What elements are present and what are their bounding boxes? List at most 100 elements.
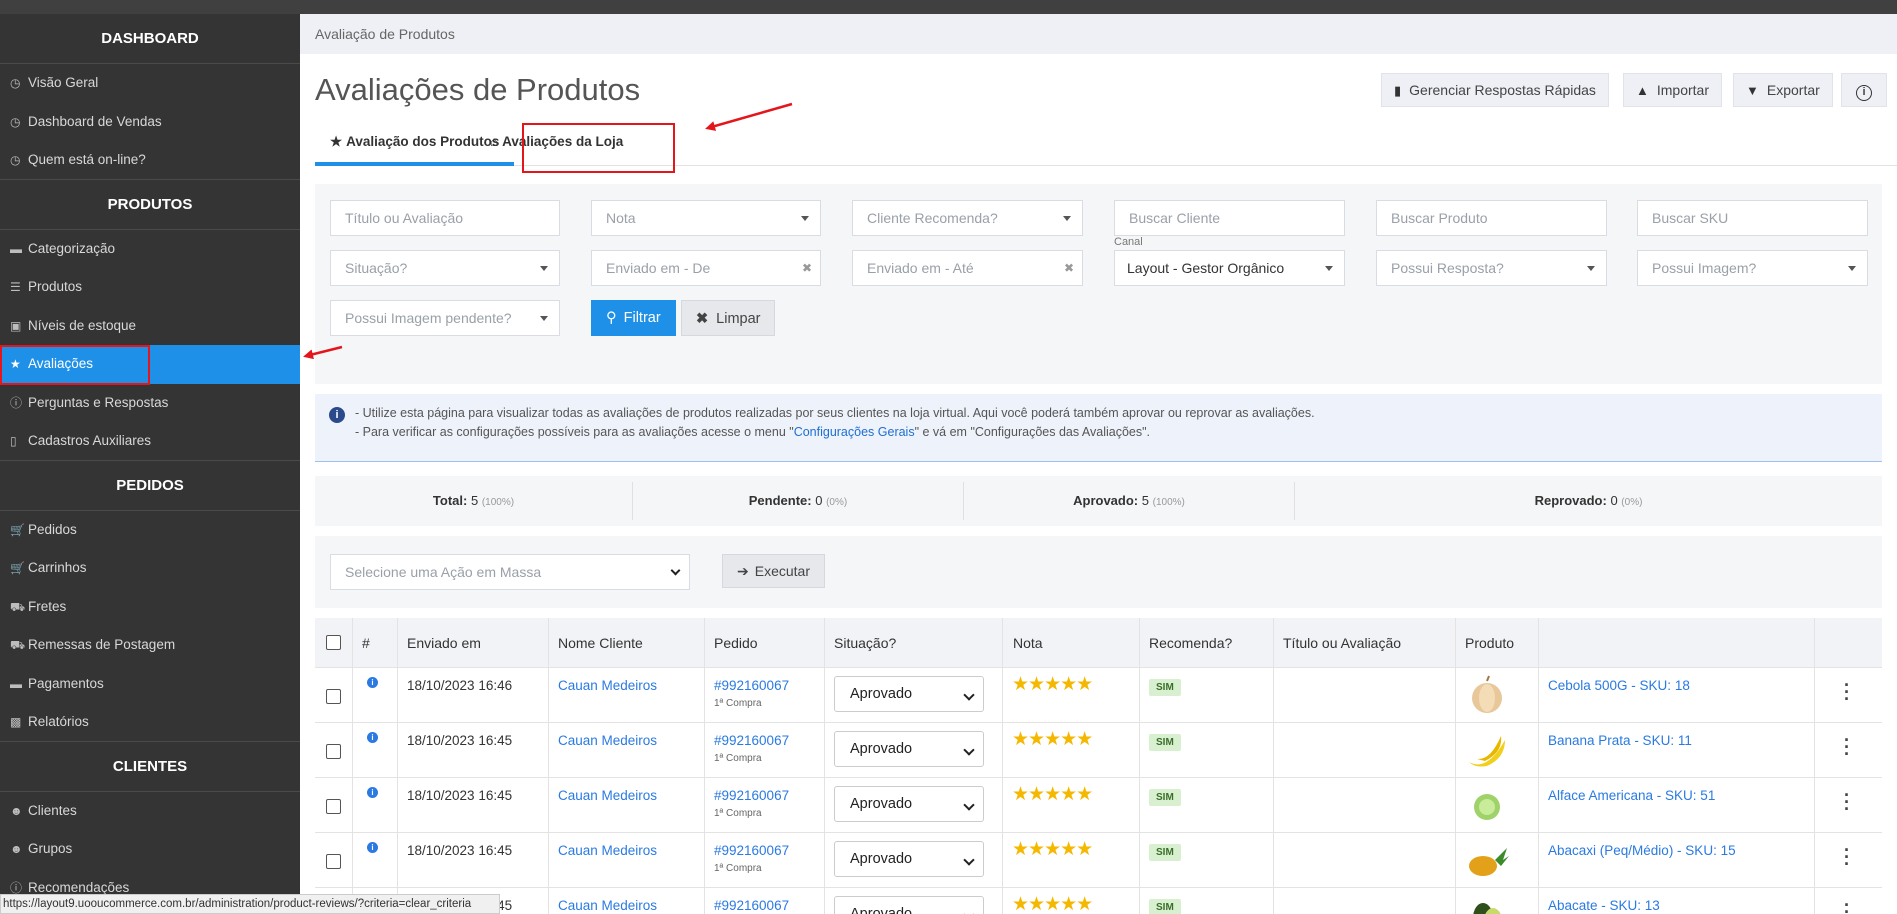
row-checkbox[interactable]	[326, 799, 341, 814]
sidebar-item-carrinhos[interactable]: 🛒 Carrinhos	[0, 549, 300, 588]
status-select[interactable]: Aprovado	[834, 676, 984, 712]
general-settings-link[interactable]: Configurações Gerais	[794, 425, 915, 439]
import-button[interactable]: ▲ Importar	[1623, 73, 1722, 107]
order-note: 1ª Compra	[714, 753, 762, 764]
status-select[interactable]: Aprovado	[834, 841, 984, 877]
sidebar-item-visao-geral[interactable]: ◷ Visão Geral	[0, 64, 300, 103]
sidebar-item-cadastros-auxiliares[interactable]: ▯ Cadastros Auxiliares	[0, 422, 300, 461]
mass-action-select[interactable]: Selecione uma Ação em Massa	[330, 554, 690, 590]
sidebar-item-dashboard-vendas[interactable]: ◷ Dashboard de Vendas	[0, 103, 300, 142]
rating-stars: ★★★★★	[1012, 674, 1093, 695]
info-button[interactable]: i	[1841, 73, 1887, 107]
header-review[interactable]: Título ou Avaliação	[1283, 618, 1401, 668]
sent-from-input[interactable]: Enviado em - De ✖	[591, 250, 821, 286]
product-image	[1472, 675, 1502, 713]
table-row: i 18/10/2023 16:45 Cauan Medeiros #99216006…	[315, 723, 1882, 778]
cubes-icon: ▣	[10, 318, 22, 333]
sidebar-item-relatorios[interactable]: ▩ Relatórios	[0, 703, 300, 742]
sidebar-item-perguntas-respostas[interactable]: ⓘ Perguntas e Respostas	[0, 384, 300, 423]
order-link[interactable]: #992160067	[714, 843, 789, 858]
clear-button[interactable]: ✖ Limpar	[681, 300, 776, 336]
select-all-checkbox[interactable]	[326, 635, 341, 650]
info-icon[interactable]: i	[367, 732, 378, 743]
dashboard-icon: ◷	[10, 153, 21, 167]
sidebar-item-produtos[interactable]: ☰ Produtos	[0, 268, 300, 307]
more-options-icon[interactable]: ···	[1842, 896, 1852, 914]
row-checkbox[interactable]	[326, 689, 341, 704]
execute-button[interactable]: ➔ Executar	[722, 554, 825, 588]
filters-panel: Título ou Avaliação Nota Cliente Recomen…	[315, 184, 1882, 384]
order-link[interactable]: #992160067	[714, 733, 789, 748]
product-link[interactable]: Cebola 500G - SKU: 18	[1548, 678, 1690, 693]
recommends-select[interactable]: Cliente Recomenda?	[852, 200, 1083, 236]
list-icon: ☰	[10, 280, 21, 294]
header-recommends[interactable]: Recomenda?	[1149, 618, 1232, 668]
quick-replies-button[interactable]: ▮ Gerenciar Respostas Rápidas	[1381, 73, 1609, 107]
header-order[interactable]: Pedido	[714, 618, 758, 668]
top-bar	[0, 0, 1897, 14]
status-select[interactable]: Aprovado	[834, 896, 984, 914]
search-product-input[interactable]: Buscar Produto	[1376, 200, 1607, 236]
order-note: 1ª Compra	[714, 863, 762, 874]
header-rating[interactable]: Nota	[1013, 618, 1043, 668]
product-link[interactable]: Abacate - SKU: 13	[1548, 898, 1660, 913]
header-customer[interactable]: Nome Cliente	[558, 618, 643, 668]
rating-stars: ★★★★★	[1012, 784, 1093, 805]
order-link[interactable]: #992160067	[714, 898, 789, 913]
has-pending-image-select[interactable]: Possui Imagem pendente?	[330, 300, 560, 336]
info-icon[interactable]: i	[367, 677, 378, 688]
product-link[interactable]: Banana Prata - SKU: 11	[1548, 733, 1692, 748]
status-select[interactable]: Aprovado	[834, 731, 984, 767]
header-product[interactable]: Produto	[1465, 618, 1514, 668]
sidebar-item-categorizacao[interactable]: ▬ Categorização	[0, 230, 300, 269]
chevron-down-icon	[670, 565, 681, 576]
customer-link[interactable]: Cauan Medeiros	[558, 898, 657, 913]
truck-icon: ⛟	[10, 599, 26, 614]
channel-select[interactable]: Layout - Gestor Orgânico	[1114, 250, 1345, 286]
more-options-icon[interactable]: ···	[1842, 676, 1852, 708]
status-select[interactable]: Aprovado	[834, 786, 984, 822]
row-checkbox[interactable]	[326, 854, 341, 869]
sidebar-heading-clientes: CLIENTES	[0, 742, 300, 792]
sidebar-item-clientes[interactable]: ☻ Clientes	[0, 792, 300, 831]
has-reply-select[interactable]: Possui Resposta?	[1376, 250, 1607, 286]
sidebar-item-pedidos[interactable]: 🛒 Pedidos	[0, 511, 300, 550]
title-or-review-input[interactable]: Título ou Avaliação	[330, 200, 560, 236]
info-icon[interactable]: i	[367, 787, 378, 798]
filter-button[interactable]: ⚲ Filtrar	[591, 300, 676, 336]
more-options-icon[interactable]: ···	[1842, 786, 1852, 818]
info-icon: i	[329, 407, 345, 423]
order-link[interactable]: #992160067	[714, 788, 789, 803]
search-customer-input[interactable]: Buscar Cliente	[1114, 200, 1345, 236]
clear-icon[interactable]: ✖	[1064, 251, 1074, 285]
product-link[interactable]: Alface Americana - SKU: 51	[1548, 788, 1715, 803]
sidebar-item-niveis-estoque[interactable]: ▣ Níveis de estoque	[0, 307, 300, 346]
more-options-icon[interactable]: ···	[1842, 841, 1852, 873]
info-line-1: - Utilize esta página para visualizar to…	[355, 406, 1315, 420]
info-icon[interactable]: i	[367, 842, 378, 853]
header-status[interactable]: Situação?	[834, 618, 896, 668]
product-link[interactable]: Abacaxi (Peq/Médio) - SKU: 15	[1548, 843, 1736, 858]
export-button[interactable]: ▼ Exportar	[1733, 73, 1833, 107]
row-checkbox[interactable]	[326, 744, 341, 759]
has-image-select[interactable]: Possui Imagem?	[1637, 250, 1868, 286]
customer-link[interactable]: Cauan Medeiros	[558, 733, 657, 748]
sidebar-heading-pedidos: PEDIDOS	[0, 461, 300, 511]
sidebar-item-pagamentos[interactable]: ▬ Pagamentos	[0, 665, 300, 704]
sidebar-item-grupos[interactable]: ☻ Grupos	[0, 830, 300, 869]
more-options-icon[interactable]: ···	[1842, 731, 1852, 763]
customer-link[interactable]: Cauan Medeiros	[558, 843, 657, 858]
clear-icon[interactable]: ✖	[802, 251, 812, 285]
order-link[interactable]: #992160067	[714, 678, 789, 693]
search-sku-input[interactable]: Buscar SKU	[1637, 200, 1868, 236]
customer-link[interactable]: Cauan Medeiros	[558, 678, 657, 693]
header-sent[interactable]: Enviado em	[407, 618, 481, 668]
sidebar-item-remessas-postagem[interactable]: ⛟ Remessas de Postagem	[0, 626, 300, 665]
sidebar-item-quem-esta-online[interactable]: ◷ Quem está on-line?	[0, 141, 300, 180]
sent-to-input[interactable]: Enviado em - Até ✖	[852, 250, 1083, 286]
status-select[interactable]: Situação?	[330, 250, 560, 286]
rating-select[interactable]: Nota	[591, 200, 821, 236]
customer-link[interactable]: Cauan Medeiros	[558, 788, 657, 803]
recommends-badge: SIM	[1149, 844, 1181, 861]
sidebar-item-fretes[interactable]: ⛟ Fretes	[0, 588, 300, 627]
